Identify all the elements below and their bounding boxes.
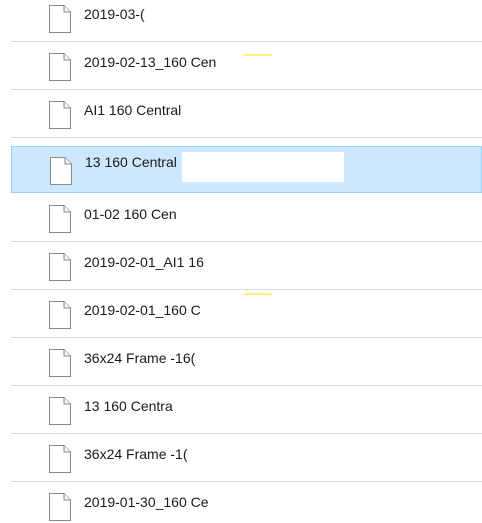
highlight-mark — [244, 293, 272, 295]
file-name: 2019-02-01_160 C — [84, 302, 201, 318]
file-row[interactable]: AI1 160 Central — [11, 90, 482, 138]
highlight-mark — [244, 54, 272, 56]
file-name: 2019-03-( — [84, 6, 145, 22]
file-icon — [49, 445, 71, 473]
file-list: 2019-03-( 2019-02-13_160 Cen AI1 160 Cen… — [0, 0, 482, 523]
file-icon — [49, 253, 71, 281]
file-row[interactable]: 01-02 160 Cen — [11, 194, 482, 242]
file-icon — [49, 5, 71, 33]
file-icon — [49, 397, 71, 425]
file-row[interactable]: 13 160 Centra — [11, 386, 482, 434]
file-icon — [49, 101, 71, 129]
file-icon — [49, 349, 71, 377]
file-name: 2019-02-01_AI1 16 — [84, 254, 204, 270]
file-name: 2019-01-30_160 Ce — [84, 494, 209, 510]
file-row-selected[interactable]: 13 160 Central — [11, 146, 482, 193]
file-name: 13 160 Central — [85, 154, 177, 170]
file-row[interactable]: 2019-01-30_160 Ce — [11, 482, 482, 523]
file-name: 01-02 160 Cen — [84, 206, 177, 222]
file-name: 2019-02-13_160 Cen — [84, 54, 217, 70]
redaction-box — [182, 152, 344, 182]
file-icon — [49, 301, 71, 329]
file-row[interactable]: 36x24 Frame -1( — [11, 434, 482, 482]
file-icon — [49, 205, 71, 233]
file-name: 36x24 Frame -16( — [84, 350, 196, 366]
file-row[interactable]: 2019-03-( — [11, 0, 482, 42]
file-icon — [49, 493, 71, 521]
file-name: 36x24 Frame -1( — [84, 446, 188, 462]
file-icon — [50, 157, 72, 185]
file-icon — [49, 53, 71, 81]
file-name: 13 160 Centra — [84, 398, 173, 414]
file-row[interactable]: 2019-02-13_160 Cen — [11, 42, 482, 90]
file-row[interactable]: 2019-02-01_160 C — [11, 290, 482, 338]
file-row[interactable]: 2019-02-01_AI1 16 — [11, 242, 482, 290]
file-name: AI1 160 Central — [84, 102, 182, 118]
file-row[interactable]: 36x24 Frame -16( — [11, 338, 482, 386]
